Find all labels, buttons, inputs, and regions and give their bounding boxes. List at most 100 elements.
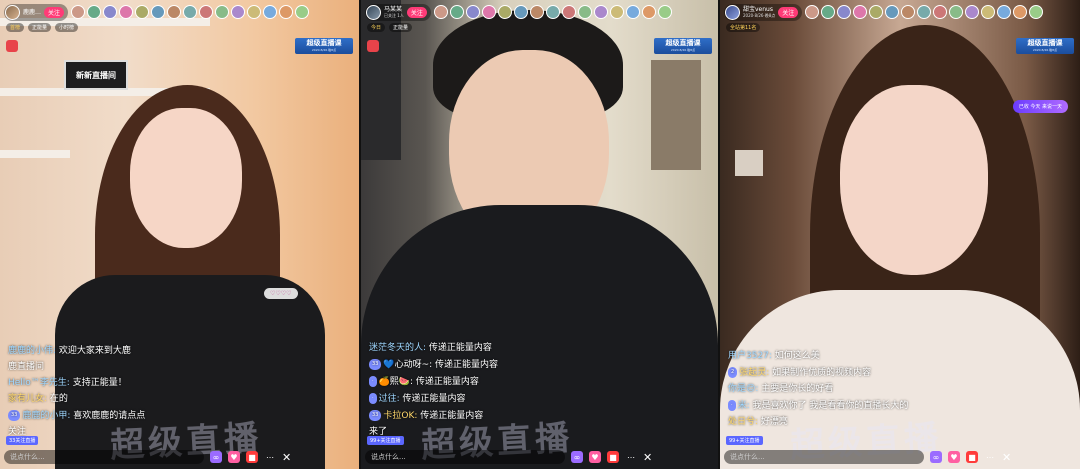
- viewer-avatar[interactable]: [981, 5, 996, 19]
- viewer-avatar[interactable]: [135, 5, 150, 19]
- viewer-avatar[interactable]: [641, 5, 656, 19]
- viewer-avatar[interactable]: [481, 5, 496, 19]
- shelf: [0, 150, 70, 158]
- viewer-avatar[interactable]: [183, 5, 198, 19]
- viewer-avatar[interactable]: [295, 5, 310, 19]
- viewer-avatar[interactable]: [609, 5, 624, 19]
- viewer-avatar[interactable]: [167, 5, 182, 19]
- followers-tag[interactable]: 99+关注直播: [726, 436, 763, 445]
- red-packet-icon[interactable]: [367, 40, 379, 52]
- viewer-avatar[interactable]: [853, 5, 868, 19]
- host-info[interactable]: 甜宝venus 2020·8/26·晚8点 关注: [724, 3, 803, 21]
- more-icon[interactable]: ⋯: [625, 451, 637, 463]
- rank-badge[interactable]: 小时榜: [55, 23, 79, 32]
- fan-club-icon[interactable]: ∞: [571, 451, 583, 463]
- viewer-avatar[interactable]: [965, 5, 980, 19]
- gift-box-icon[interactable]: ■: [607, 451, 619, 463]
- viewer-avatar[interactable]: [449, 5, 464, 19]
- rank-badge[interactable]: 正能量: [28, 23, 52, 32]
- red-packet-icon[interactable]: [6, 40, 18, 52]
- host-subtitle: 已关注 1人: [384, 13, 404, 18]
- viewer-avatar[interactable]: [279, 5, 294, 19]
- viewer-avatar[interactable]: [837, 5, 852, 19]
- viewer-avatars[interactable]: [71, 5, 310, 19]
- host-info[interactable]: 马某某 已关注 1人 关注: [365, 3, 431, 21]
- rank-badge[interactable]: 首榜: [6, 23, 25, 32]
- follow-button[interactable]: 关注: [778, 6, 799, 18]
- viewer-avatar[interactable]: [949, 5, 964, 19]
- viewer-avatars[interactable]: [805, 5, 1044, 19]
- viewer-avatar[interactable]: [465, 5, 480, 19]
- viewer-avatar[interactable]: [231, 5, 246, 19]
- viewer-avatar[interactable]: [545, 5, 560, 19]
- fan-club-icon[interactable]: ∞: [210, 451, 222, 463]
- viewer-avatar[interactable]: [933, 5, 948, 19]
- live-panel-1[interactable]: 新新直播间 ♡♡♡♡ 鹿鹿… 关注 首榜 正能量 小时榜 超级直播课 2020·…: [0, 0, 359, 469]
- viewer-avatar[interactable]: [151, 5, 166, 19]
- viewer-avatar[interactable]: [433, 5, 448, 19]
- viewer-avatar[interactable]: [577, 5, 592, 19]
- viewer-avatar[interactable]: [1013, 5, 1028, 19]
- live-panel-2[interactable]: 马某某 已关注 1人 关注 今日 正能量 超级直播课 2020·8/26·晚8点…: [361, 0, 718, 469]
- viewer-avatar[interactable]: [997, 5, 1012, 19]
- comment-input[interactable]: 说点什么...: [4, 450, 204, 464]
- chat-message: Hello™李先生: 支持正能量！: [8, 378, 127, 388]
- viewer-avatar[interactable]: [901, 5, 916, 19]
- viewer-avatar[interactable]: [917, 5, 932, 19]
- follow-button[interactable]: 关注: [44, 6, 65, 18]
- chat-message: 关注: [8, 427, 27, 437]
- followers-tag[interactable]: 33关注直播: [6, 436, 39, 445]
- viewer-avatar[interactable]: [215, 5, 230, 19]
- close-icon[interactable]: ✕: [1002, 451, 1011, 464]
- viewer-avatar[interactable]: [885, 5, 900, 19]
- host-avatar[interactable]: [5, 4, 20, 20]
- viewer-avatar[interactable]: [657, 5, 672, 19]
- viewer-avatar[interactable]: [199, 5, 214, 19]
- bottom-bar: 说点什么... ∞ ♥ ■ ⋯ ✕: [724, 448, 1076, 466]
- viewer-avatar[interactable]: [1029, 5, 1044, 19]
- brand-tag: 超级直播课 2020·8/26·晚8点: [1016, 38, 1074, 54]
- gift-icon[interactable]: ♥: [228, 451, 240, 463]
- chat-message: 鹿鹿的小伟: 欢迎大家来到大鹿: [8, 346, 131, 356]
- viewer-avatar[interactable]: [529, 5, 544, 19]
- viewer-avatar[interactable]: [593, 5, 608, 19]
- chat-message: 2 张起灵: 如果制作优质的视频内容: [728, 367, 978, 379]
- fan-club-icon[interactable]: ∞: [930, 451, 942, 463]
- chat-message: 家有儿女: 在的: [8, 394, 68, 404]
- brand-date: 2020·8/26·晚8点: [670, 48, 696, 52]
- viewer-avatar[interactable]: [497, 5, 512, 19]
- gift-box-icon[interactable]: ■: [966, 451, 978, 463]
- gift-box-icon[interactable]: ■: [246, 451, 258, 463]
- gift-icon[interactable]: ♥: [589, 451, 601, 463]
- gift-icon[interactable]: ♥: [948, 451, 960, 463]
- host-info[interactable]: 鹿鹿… 关注: [4, 3, 69, 21]
- viewer-avatar[interactable]: [103, 5, 118, 19]
- event-pill[interactable]: 已收 今天 来说一天: [1012, 100, 1068, 113]
- live-panel-3[interactable]: 甜宝venus 2020·8/26·晚8点 关注 全站第11名 超级直播课 20…: [720, 0, 1080, 469]
- rank-badge[interactable]: 全站第11名: [726, 23, 761, 32]
- comment-input[interactable]: 说点什么...: [724, 450, 924, 464]
- follow-button[interactable]: 关注: [406, 6, 427, 18]
- viewer-avatars[interactable]: [433, 5, 672, 19]
- viewer-avatar[interactable]: [821, 5, 836, 19]
- viewer-avatar[interactable]: [87, 5, 102, 19]
- viewer-avatar[interactable]: [561, 5, 576, 19]
- followers-tag[interactable]: 99+关注直播: [367, 436, 404, 445]
- viewer-avatar[interactable]: [119, 5, 134, 19]
- more-icon[interactable]: ⋯: [264, 451, 276, 463]
- viewer-avatar[interactable]: [625, 5, 640, 19]
- rank-badge[interactable]: 正能量: [389, 23, 413, 32]
- host-avatar[interactable]: [725, 4, 740, 20]
- viewer-avatar[interactable]: [869, 5, 884, 19]
- viewer-avatar[interactable]: [71, 5, 86, 19]
- viewer-avatar[interactable]: [263, 5, 278, 19]
- viewer-avatar[interactable]: [247, 5, 262, 19]
- rank-badge[interactable]: 今日: [367, 23, 386, 32]
- viewer-avatar[interactable]: [805, 5, 820, 19]
- comment-input[interactable]: 说点什么...: [365, 450, 565, 464]
- viewer-avatar[interactable]: [513, 5, 528, 19]
- close-icon[interactable]: ✕: [282, 451, 291, 464]
- host-avatar[interactable]: [366, 4, 381, 20]
- more-icon[interactable]: ⋯: [984, 451, 996, 463]
- close-icon[interactable]: ✕: [643, 451, 652, 464]
